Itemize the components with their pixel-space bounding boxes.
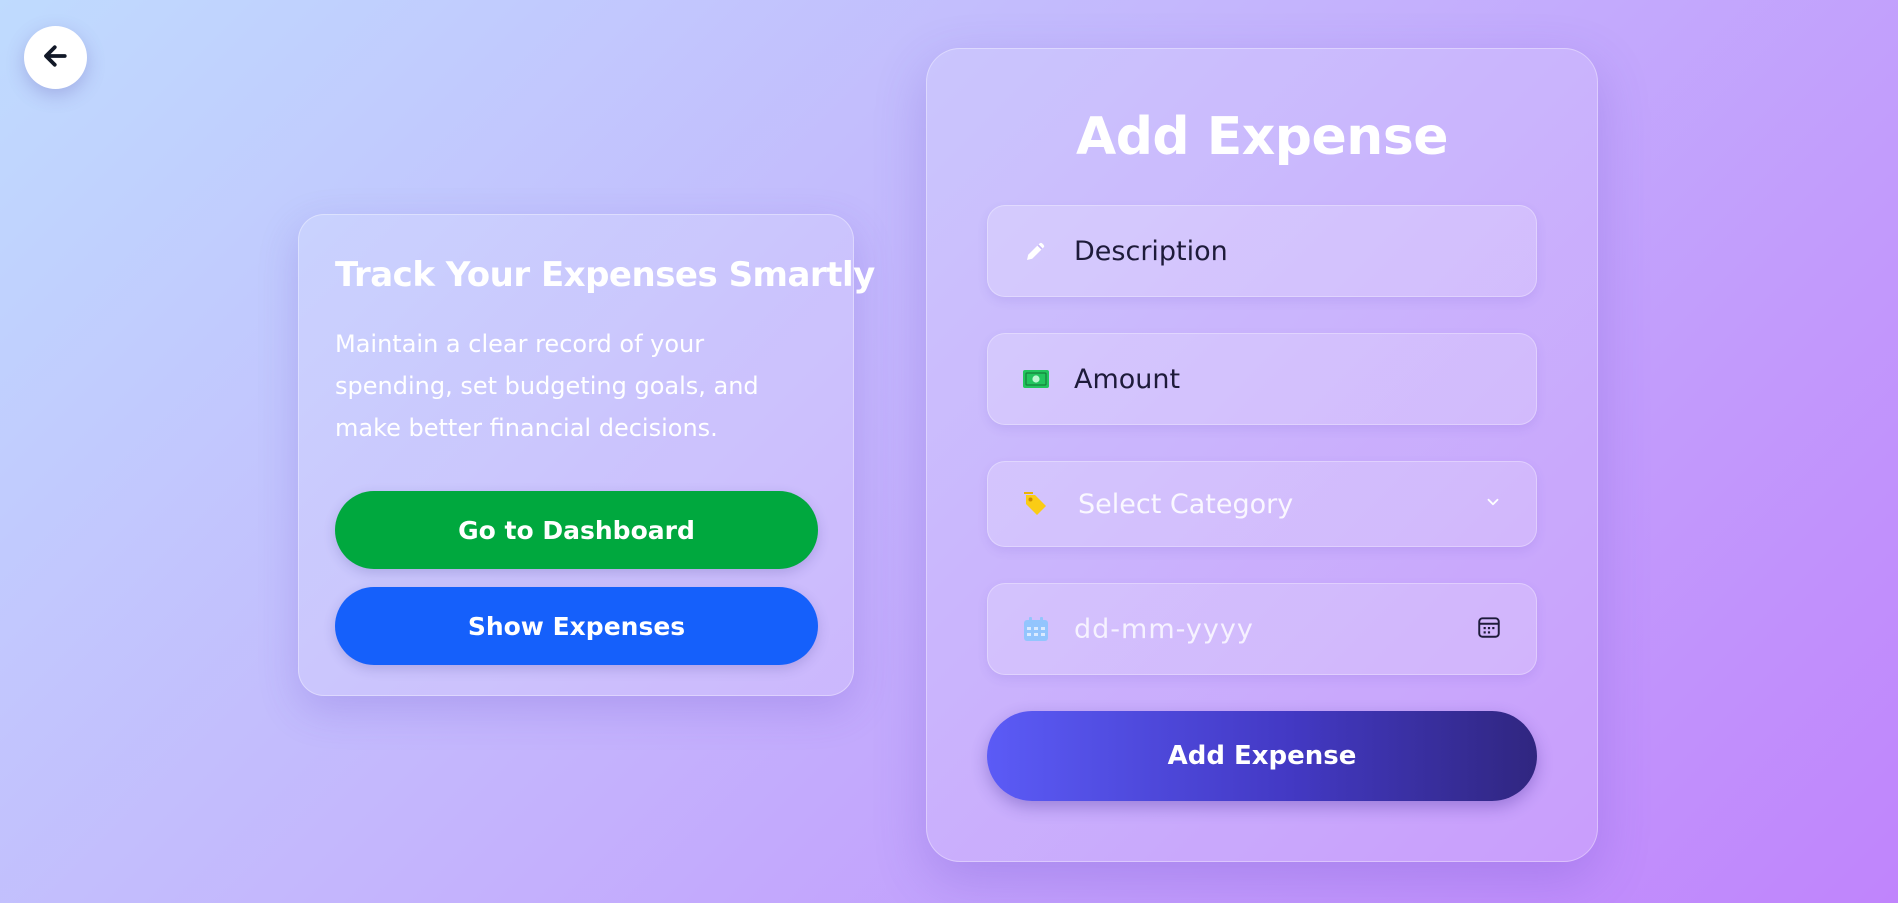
form-title: Add Expense — [1075, 107, 1449, 167]
amount-field[interactable]: Amount — [987, 333, 1537, 425]
tag-icon — [1022, 490, 1050, 518]
calendar-picker-icon[interactable] — [1476, 614, 1502, 644]
add-expense-form: Add Expense Description Amount Select Ca… — [926, 48, 1598, 862]
amount-input[interactable]: Amount — [1074, 364, 1502, 395]
info-card: Track Your Expenses Smartly Maintain a c… — [298, 214, 875, 696]
chevron-down-icon — [1484, 493, 1502, 515]
category-select[interactable]: Select Category — [987, 461, 1537, 547]
category-selected-value: Select Category — [1078, 488, 1294, 520]
go-to-dashboard-button[interactable]: Go to Dashboard — [335, 491, 818, 569]
show-expenses-button[interactable]: Show Expenses — [335, 587, 818, 665]
description-field[interactable]: Description — [987, 205, 1537, 297]
add-expense-button[interactable]: Add Expense — [987, 711, 1537, 801]
description-input[interactable]: Description — [1074, 236, 1502, 267]
info-title: Track Your Expenses Smartly — [335, 255, 875, 295]
pencil-icon — [1022, 237, 1050, 265]
arrow-left-icon — [41, 41, 71, 75]
back-button[interactable] — [24, 26, 87, 89]
date-input[interactable]: dd-mm-yyyy — [1074, 614, 1476, 645]
date-field[interactable]: dd-mm-yyyy — [987, 583, 1537, 675]
banknote-icon — [1022, 365, 1050, 393]
info-description: Maintain a clear record of your spending… — [335, 330, 759, 442]
calendar-icon — [1022, 615, 1050, 643]
